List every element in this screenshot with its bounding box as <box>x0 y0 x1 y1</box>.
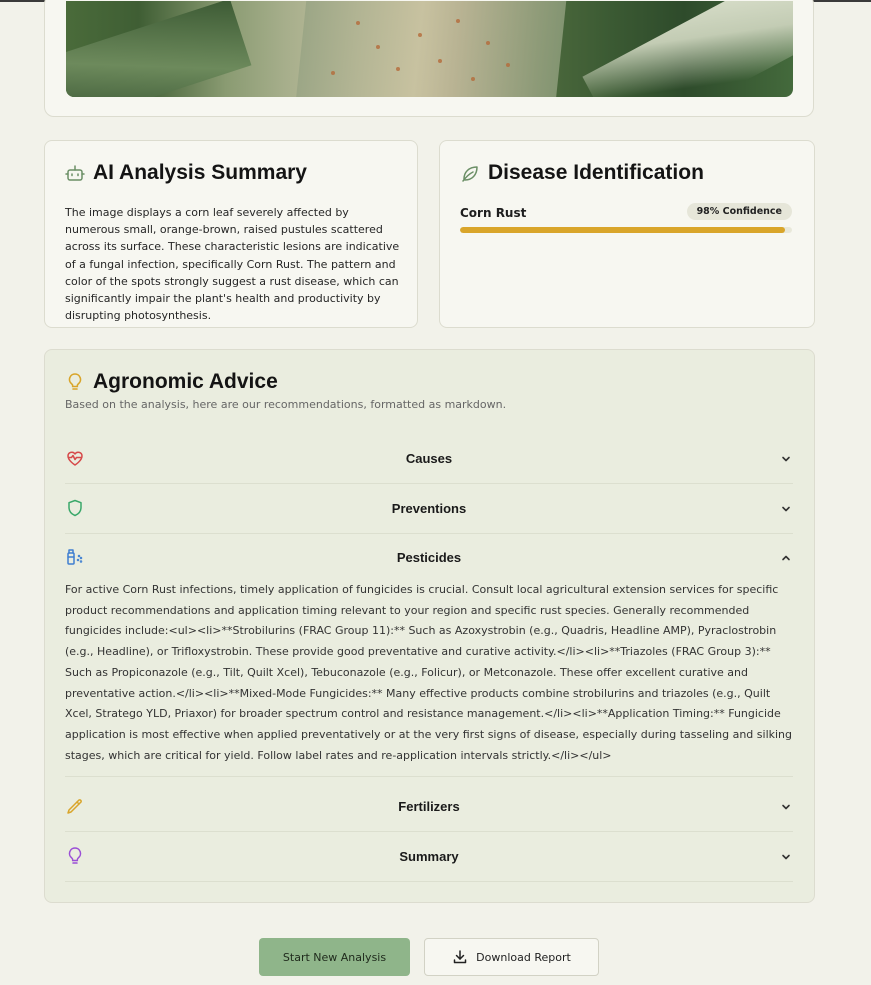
ai-summary-title: AI Analysis Summary <box>65 161 307 185</box>
ai-summary-card: AI Analysis Summary The image displays a… <box>44 140 418 328</box>
accordion-pesticides-label: Pesticides <box>396 550 462 565</box>
accordion-preventions-header[interactable]: Preventions <box>65 484 793 533</box>
uploaded-image-card <box>44 0 814 117</box>
accordion-summary-label: Summary <box>399 849 459 864</box>
chevron-down-icon[interactable] <box>779 451 793 465</box>
accordion-summary-header[interactable]: Summary <box>65 832 793 881</box>
accordion-preventions: Preventions <box>65 484 793 534</box>
accordion-pesticides-content: For active Corn Rust infections, timely … <box>65 583 792 762</box>
download-icon <box>452 949 468 965</box>
confidence-progress-fill <box>460 227 786 233</box>
rust-spot <box>438 59 442 63</box>
disease-result-row: Corn Rust 98% Confidence <box>460 203 792 220</box>
rust-spot <box>356 21 360 25</box>
accordion-causes-label: Causes <box>405 451 453 466</box>
ai-summary-text: The image displays a corn leaf severely … <box>65 206 400 323</box>
accordion-pesticides: Pesticides For active Corn Rust infectio… <box>65 533 793 778</box>
rust-spot <box>376 45 380 49</box>
accordion-preventions-label: Preventions <box>391 501 467 516</box>
rust-spot <box>486 41 490 45</box>
download-report-button[interactable]: Download Report <box>424 938 599 976</box>
download-report-label: Download Report <box>476 950 571 964</box>
ai-summary-heading: AI Analysis Summary <box>93 161 307 184</box>
rust-spot <box>331 71 335 75</box>
agronomic-advice-subtitle: Based on the analysis, here are our reco… <box>65 398 507 411</box>
rust-spot <box>456 19 460 23</box>
accordion-pesticides-header[interactable]: Pesticides <box>65 533 793 582</box>
agronomic-advice-card: Agronomic Advice Based on the analysis, … <box>44 349 815 903</box>
rust-spot <box>418 33 422 37</box>
accordion-fertilizers-label: Fertilizers <box>398 799 460 814</box>
rust-spot <box>396 67 400 71</box>
chevron-up-icon[interactable] <box>779 550 793 564</box>
start-new-analysis-label: Start New Analysis <box>282 950 387 964</box>
leaf-shape <box>293 1 569 97</box>
disease-name: Corn Rust <box>460 206 527 220</box>
disease-identification-title: Disease Identification <box>460 161 704 185</box>
start-new-analysis-button[interactable]: Start New Analysis <box>259 938 410 976</box>
agronomic-advice-heading: Agronomic Advice <box>93 370 278 393</box>
leaf-icon <box>460 163 480 183</box>
leaf-shape <box>582 1 793 97</box>
rust-spot <box>471 77 475 81</box>
confidence-badge: 98% Confidence <box>686 203 792 220</box>
accordion-fertilizers: Fertilizers <box>65 782 793 832</box>
rust-spot <box>506 63 510 67</box>
chevron-down-icon[interactable] <box>779 501 793 515</box>
chevron-down-icon[interactable] <box>779 799 793 813</box>
accordion-fertilizers-header[interactable]: Fertilizers <box>65 782 793 831</box>
lightbulb-icon <box>65 372 85 392</box>
disease-identification-heading: Disease Identification <box>488 161 704 184</box>
agronomic-advice-title: Agronomic Advice <box>65 370 278 394</box>
confidence-progress-bar <box>460 227 792 233</box>
leaf-shape <box>66 1 252 97</box>
disease-identification-card: Disease Identification Corn Rust 98% Con… <box>439 140 815 328</box>
bot-icon <box>65 163 85 183</box>
accordion-causes: Causes <box>65 434 793 484</box>
accordion-causes-header[interactable]: Causes <box>65 434 793 483</box>
accordion-summary: Summary <box>65 832 793 882</box>
chevron-down-icon[interactable] <box>779 849 793 863</box>
corn-leaf-image <box>66 1 793 97</box>
